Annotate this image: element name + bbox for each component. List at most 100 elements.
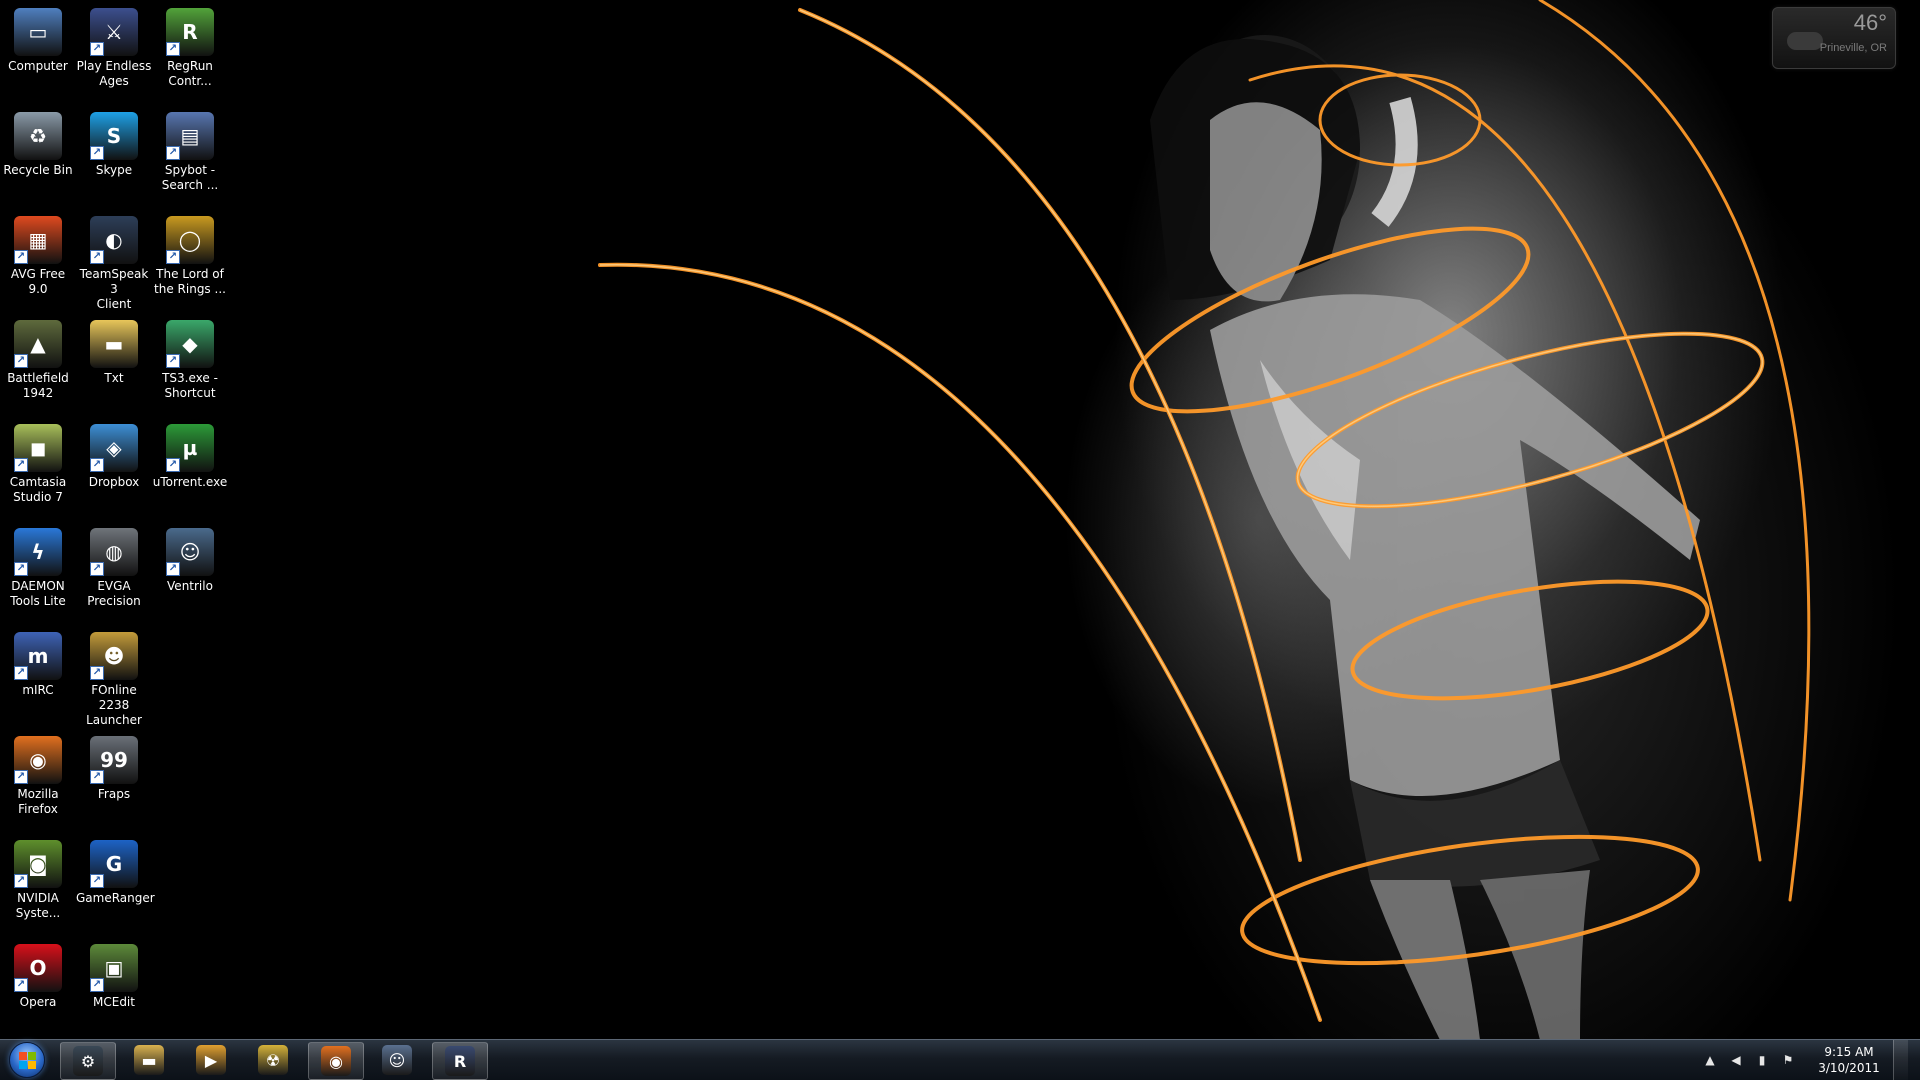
desktop-icon-daemon-tools[interactable]: ϟ ↗ DAEMON Tools Lite xyxy=(0,528,76,609)
weather-temperature: 46° xyxy=(1853,10,1887,35)
tray-icons: ▲ ◀ ▮ ⚑ xyxy=(1697,1050,1801,1070)
desktop-icon-avg[interactable]: ▦ ↗ AVG Free 9.0 xyxy=(0,216,76,297)
weather-cloud-icon xyxy=(1787,32,1823,50)
shortcut-arrow-icon: ↗ xyxy=(14,562,28,576)
desktop-icon-label: MCEdit xyxy=(93,995,135,1009)
desktop-icon-fraps[interactable]: 99 ↗ Fraps xyxy=(76,736,152,802)
desktop-icon-ventrilo[interactable]: ☺ ↗ Ventrilo xyxy=(152,528,228,594)
desktop-icon-label: Opera xyxy=(19,995,57,1009)
desktop-icon-label: AVG Free 9.0 xyxy=(10,267,66,296)
lotro-ring-icon: ◯ ↗ xyxy=(166,216,214,264)
radiation-icon: ☢ xyxy=(258,1045,288,1075)
firefox-icon: ◉ xyxy=(321,1046,351,1076)
desktop-icon-label: Play Endless Ages xyxy=(76,59,152,88)
shortcut-arrow-icon: ↗ xyxy=(166,250,180,264)
desktop-icon-sims3[interactable]: ◆ ↗ TS3.exe - Shortcut xyxy=(152,320,228,401)
battlefield-icon: ▲ ↗ xyxy=(14,320,62,368)
shortcut-arrow-icon: ↗ xyxy=(14,770,28,784)
desktop-icon-label: Mozilla Firefox xyxy=(17,787,59,816)
desktop-icon-label: Dropbox xyxy=(88,475,140,489)
ventrilo-icon: ☺ xyxy=(382,1045,412,1075)
network-signal-icon[interactable]: ▮ xyxy=(1752,1050,1772,1070)
desktop-icon-lotro-ring[interactable]: ◯ ↗ The Lord of the Rings ... xyxy=(152,216,228,297)
desktop-icon-label: Computer xyxy=(8,59,68,73)
gameranger-icon: G ↗ xyxy=(90,840,138,888)
desktop-icon-label: EVGA Precision xyxy=(87,579,141,608)
shortcut-arrow-icon: ↗ xyxy=(166,458,180,472)
dropbox-icon: ◈ ↗ xyxy=(90,424,138,472)
volume-icon[interactable]: ◀ xyxy=(1726,1050,1746,1070)
desktop-icon-label: NVIDIA Syste... xyxy=(15,891,61,920)
taskbar-button-windows-explorer[interactable]: ▬ xyxy=(122,1042,176,1078)
desktop-icon-battlefield[interactable]: ▲ ↗ Battlefield 1942 xyxy=(0,320,76,401)
ventrilo-icon: ☺ ↗ xyxy=(166,528,214,576)
taskbar-button-firefox[interactable]: ◉ xyxy=(308,1042,364,1080)
desktop-icon-label: Camtasia Studio 7 xyxy=(9,475,67,504)
steam-icon: ⚙ xyxy=(73,1046,103,1076)
show-desktop-button[interactable] xyxy=(1893,1040,1908,1080)
taskbar-button-ventrilo[interactable]: ☺ xyxy=(370,1042,424,1078)
desktop-icon-nvidia[interactable]: ◙ ↗ NVIDIA Syste... xyxy=(0,840,76,921)
desktop-icon-label: Spybot - Search ... xyxy=(161,163,219,192)
shortcut-arrow-icon: ↗ xyxy=(90,458,104,472)
desktop-icon-skype[interactable]: S ↗ Skype xyxy=(76,112,152,178)
desktop-icon-label: FOnline 2238 Launcher xyxy=(86,683,142,727)
shortcut-arrow-icon: ↗ xyxy=(14,354,28,368)
shortcut-arrow-icon: ↗ xyxy=(14,978,28,992)
lotro-icon: R xyxy=(445,1046,475,1076)
shortcut-arrow-icon: ↗ xyxy=(166,146,180,160)
desktop-icon-folder[interactable]: ▬ Txt xyxy=(76,320,152,386)
desktop-icon-label: TS3.exe - Shortcut xyxy=(162,371,218,400)
desktop-icon-regrun[interactable]: R ↗ RegRun Contr... xyxy=(152,8,228,89)
sims3-icon: ◆ ↗ xyxy=(166,320,214,368)
desktop[interactable]: ▭ Computer ⚔ ↗ Play Endless Ages R ↗ RegRun Con… xyxy=(0,0,1920,1080)
desktop-icon-utorrent[interactable]: µ ↗ uTorrent.exe xyxy=(152,424,228,490)
show-hidden-icons-icon[interactable]: ▲ xyxy=(1700,1050,1720,1070)
camtasia-icon: ◼ ↗ xyxy=(14,424,62,472)
desktop-icon-endless-ages[interactable]: ⚔ ↗ Play Endless Ages xyxy=(76,8,152,89)
taskbar-button-lotro-launcher[interactable]: R xyxy=(432,1042,488,1080)
clock[interactable]: 9:15 AM 3/10/2011 xyxy=(1809,1044,1889,1076)
shortcut-arrow-icon: ↗ xyxy=(14,250,28,264)
desktop-icon-firefox[interactable]: ◉ ↗ Mozilla Firefox xyxy=(0,736,76,817)
desktop-icon-mirc[interactable]: m ↗ mIRC xyxy=(0,632,76,698)
desktop-icon-teamspeak[interactable]: ◐ ↗ TeamSpeak 3 Client xyxy=(76,216,152,312)
recycle-bin-icon: ♻ xyxy=(14,112,62,160)
desktop-icon-mcedit[interactable]: ▣ ↗ MCEdit xyxy=(76,944,152,1010)
shortcut-arrow-icon: ↗ xyxy=(90,874,104,888)
desktop-icon-label: Txt xyxy=(104,371,124,385)
start-button[interactable] xyxy=(4,1041,50,1079)
desktop-icon-evga-precision[interactable]: ◍ ↗ EVGA Precision xyxy=(76,528,152,609)
clock-date: 3/10/2011 xyxy=(1818,1061,1880,1075)
desktop-icon-dropbox[interactable]: ◈ ↗ Dropbox xyxy=(76,424,152,490)
taskbar-button-media-player[interactable]: ▶ xyxy=(184,1042,238,1078)
weather-gadget[interactable]: 46° Prineville, OR xyxy=(1772,7,1896,69)
folder-icon: ▬ xyxy=(134,1045,164,1075)
skype-icon: S ↗ xyxy=(90,112,138,160)
desktop-icon-camtasia[interactable]: ◼ ↗ Camtasia Studio 7 xyxy=(0,424,76,505)
mirc-icon: m ↗ xyxy=(14,632,62,680)
desktop-icon-gameranger[interactable]: G ↗ GameRanger xyxy=(76,840,155,906)
desktop-icon-recycle-bin[interactable]: ♻ Recycle Bin xyxy=(0,112,76,178)
desktop-icon-spybot[interactable]: ▤ ↗ Spybot - Search ... xyxy=(152,112,228,193)
folder-icon: ▬ xyxy=(90,320,138,368)
shortcut-arrow-icon: ↗ xyxy=(14,458,28,472)
utorrent-icon: µ ↗ xyxy=(166,424,214,472)
taskbar-button-steam[interactable]: ⚙ xyxy=(60,1042,116,1080)
desktop-icon-label: Skype xyxy=(95,163,133,177)
media-player-icon: ▶ xyxy=(196,1045,226,1075)
notification-area: ▲ ◀ ▮ ⚑ 9:15 AM 3/10/2011 xyxy=(1697,1040,1908,1080)
action-center-flag-icon[interactable]: ⚑ xyxy=(1778,1050,1798,1070)
shortcut-arrow-icon: ↗ xyxy=(90,146,104,160)
nvidia-icon: ◙ ↗ xyxy=(14,840,62,888)
weather-location: Prineville, OR xyxy=(1819,42,1887,54)
taskbar-button-fallout-app[interactable]: ☢ xyxy=(246,1042,300,1078)
daemon-tools-icon: ϟ ↗ xyxy=(14,528,62,576)
desktop-icon-computer[interactable]: ▭ Computer xyxy=(0,8,76,74)
windows-logo-icon xyxy=(9,1042,45,1078)
desktop-icon-label: DAEMON Tools Lite xyxy=(10,579,66,608)
desktop-icon-fonline[interactable]: ☻ ↗ FOnline 2238 Launcher xyxy=(76,632,152,728)
fonline-icon: ☻ ↗ xyxy=(90,632,138,680)
desktop-icon-opera[interactable]: O ↗ Opera xyxy=(0,944,76,1010)
shortcut-arrow-icon: ↗ xyxy=(90,250,104,264)
